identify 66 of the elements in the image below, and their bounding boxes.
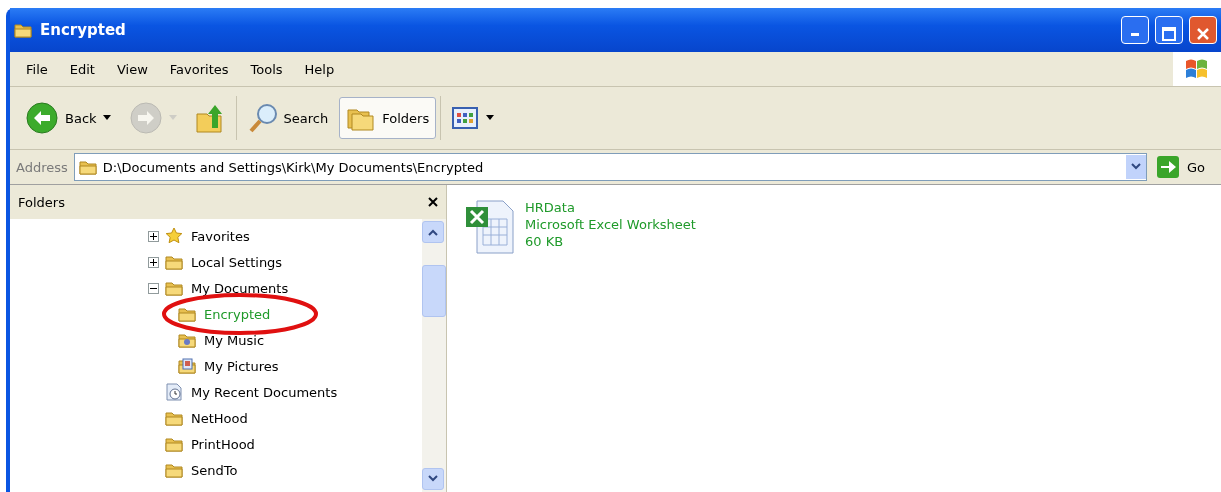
file-name[interactable]: HRData <box>525 199 696 216</box>
scroll-down-button[interactable] <box>422 468 444 490</box>
caret-icon <box>102 115 111 121</box>
chevron-up-icon <box>428 228 438 236</box>
tree-item[interactable]: PrintHood <box>189 435 257 453</box>
window-title: Encrypted <box>40 21 127 39</box>
folder-icon <box>165 279 183 297</box>
folder-icon <box>165 409 183 427</box>
scroll-up-button[interactable] <box>422 221 444 243</box>
caret-icon <box>486 115 495 121</box>
pane-title: Folders <box>18 194 65 210</box>
tree-item[interactable]: Local Settings <box>189 253 285 271</box>
back-button[interactable]: Back <box>18 94 118 142</box>
pictures-folder-icon <box>178 357 196 375</box>
close-pane-button[interactable] <box>428 197 438 207</box>
file-size: 60 KB <box>525 233 565 250</box>
folder-icon <box>14 21 34 39</box>
plus-icon <box>150 232 157 240</box>
tree-item[interactable]: SendTo <box>189 461 240 479</box>
minimize-icon <box>1131 32 1139 36</box>
tree-item[interactable]: Favorites <box>189 227 252 245</box>
tree-item[interactable]: Encrypted <box>202 305 273 323</box>
search-icon <box>247 102 278 134</box>
tree-item[interactable]: My Music <box>202 331 267 349</box>
search-button[interactable]: Search <box>240 95 336 141</box>
music-folder-icon <box>178 331 196 349</box>
views-grid-icon <box>452 106 481 130</box>
file-type: Microsoft Excel Worksheet <box>525 216 696 233</box>
plus-icon <box>150 258 157 266</box>
maximize-button[interactable] <box>1155 16 1183 44</box>
folder-icon <box>78 158 97 176</box>
close-icon <box>1195 26 1211 42</box>
expand-toggle[interactable] <box>148 256 159 268</box>
address-field[interactable]: D:\Documents and Settings\Kirk\My Documents\Encrypted <box>73 153 1147 181</box>
address-label: Address <box>16 159 68 175</box>
tree-item[interactable]: My Documents <box>189 279 291 297</box>
chevron-down-icon <box>1130 163 1141 171</box>
menu-item[interactable]: View <box>108 59 156 79</box>
go-button[interactable]: Go <box>1152 156 1215 178</box>
close-icon <box>428 197 438 207</box>
expand-toggle[interactable] <box>148 282 159 294</box>
chevron-down-icon <box>428 475 438 483</box>
caret-icon <box>168 115 177 121</box>
menu-item[interactable]: Favorites <box>161 59 237 79</box>
close-button[interactable] <box>1189 16 1217 44</box>
tree-item[interactable]: My Recent Documents <box>189 383 340 401</box>
minimize-button[interactable] <box>1121 16 1149 44</box>
folder-icon <box>165 253 183 271</box>
menu-item[interactable]: Edit <box>61 59 103 79</box>
folders-button[interactable]: Folders <box>339 97 437 139</box>
scrollbar[interactable] <box>422 219 446 492</box>
expand-toggle[interactable] <box>148 230 159 242</box>
tree-item[interactable]: My Pictures <box>202 357 281 375</box>
maximize-icon <box>1161 26 1177 42</box>
spreadsheet-file-icon <box>465 199 515 255</box>
folder-icon <box>165 461 183 479</box>
star-icon <box>165 227 183 245</box>
tree-item[interactable]: NetHood <box>189 409 250 427</box>
menu-item[interactable]: Help <box>296 59 343 79</box>
clock-document-icon <box>165 383 183 401</box>
scroll-thumb[interactable] <box>422 264 446 317</box>
folder-icon <box>178 305 196 323</box>
folder-icon <box>165 435 183 453</box>
menu-item[interactable]: File <box>18 59 56 79</box>
menu-item[interactable]: Tools <box>242 59 291 79</box>
dropdown-button[interactable] <box>1125 155 1146 179</box>
